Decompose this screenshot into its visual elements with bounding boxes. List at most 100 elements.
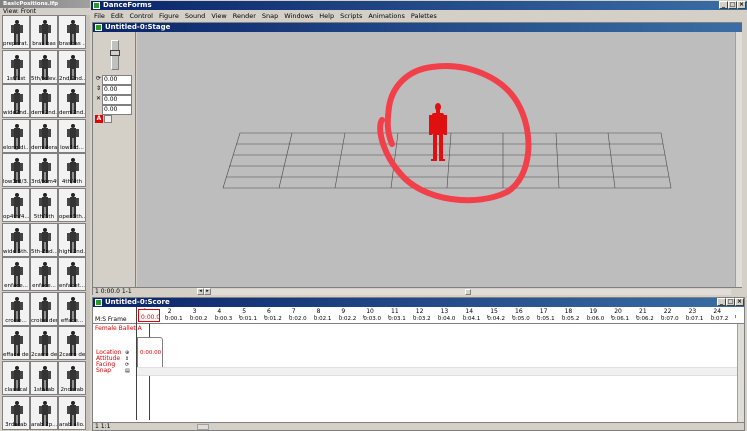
palette-position-item[interactable]: low3rd/3... bbox=[2, 153, 30, 188]
frame-number[interactable]: 20 bbox=[614, 308, 622, 315]
tilt-icon[interactable]: ⇕ bbox=[96, 85, 101, 92]
record-icon[interactable]: A bbox=[95, 115, 103, 123]
figure-tool-icon[interactable] bbox=[104, 115, 112, 123]
palette-position-item[interactable]: open5th... bbox=[58, 188, 86, 222]
frame-number[interactable]: 8 bbox=[317, 308, 321, 315]
scroll-left-button[interactable]: ◂ bbox=[197, 288, 204, 295]
score-horizontal-scrollbar[interactable] bbox=[197, 424, 209, 430]
palette-position-item[interactable]: efface der... bbox=[2, 326, 30, 361]
score-vertical-scrollbar[interactable] bbox=[737, 324, 744, 422]
frame-number[interactable]: 13 bbox=[441, 308, 449, 315]
menu-render[interactable]: Render bbox=[230, 11, 259, 21]
frame-number[interactable]: 21 bbox=[639, 308, 647, 315]
stage-title-bar[interactable]: Untitled-0:Stage bbox=[93, 23, 742, 32]
palette-position-item[interactable]: brasbas ... bbox=[58, 15, 86, 49]
frame-number[interactable]: 4 bbox=[217, 308, 221, 315]
frame-number[interactable]: 15 bbox=[490, 308, 498, 315]
score-title-bar[interactable]: Untitled-0:Score _ □ × bbox=[93, 298, 744, 307]
menu-snap[interactable]: Snap bbox=[259, 11, 281, 21]
palette-position-item[interactable]: 5th/relev... bbox=[30, 49, 58, 84]
palette-position-item[interactable]: croise... bbox=[2, 291, 30, 326]
frame-number[interactable]: 10 bbox=[366, 308, 374, 315]
palette-position-item[interactable]: wide2nd... bbox=[2, 84, 30, 119]
palette-position-item[interactable]: op4th/4... bbox=[2, 188, 30, 222]
palette-position-item[interactable]: preparat... bbox=[2, 15, 30, 49]
palette-position-item[interactable]: arab 2p... bbox=[30, 395, 58, 430]
frame-number[interactable]: 19 bbox=[589, 308, 597, 315]
palette-position-item[interactable]: high 2nd... bbox=[58, 222, 86, 257]
stage-vertical-scrollbar[interactable] bbox=[735, 32, 742, 287]
frame-number[interactable]: 23 bbox=[689, 308, 697, 315]
frame-number[interactable]: 12 bbox=[416, 308, 424, 315]
palette-position-item[interactable]: bras bas bbox=[30, 15, 58, 49]
menu-file[interactable]: File bbox=[91, 11, 108, 21]
menu-animations[interactable]: Animations bbox=[365, 11, 408, 21]
palette-position-item[interactable]: enface... bbox=[2, 257, 30, 292]
palette-position-item[interactable]: 4th/4th bbox=[58, 153, 86, 188]
frame-number[interactable]: 11 bbox=[391, 308, 399, 315]
frame-number[interactable]: 18 bbox=[565, 308, 573, 315]
frame-number[interactable]: 6 bbox=[267, 308, 271, 315]
rotate-icon[interactable]: ⟳ bbox=[96, 75, 101, 82]
score-tracks[interactable] bbox=[93, 332, 744, 420]
palette-position-item[interactable]: demi2nd... bbox=[30, 84, 58, 119]
score-maximize-button[interactable]: □ bbox=[726, 298, 735, 306]
frame-number[interactable]: 7 bbox=[292, 308, 296, 315]
frame-number[interactable]: 14 bbox=[465, 308, 473, 315]
palette-position-item[interactable]: classical bbox=[2, 361, 30, 395]
rotate-field[interactable]: 0.00 bbox=[102, 75, 132, 85]
tilt-field[interactable]: 0.00 bbox=[102, 85, 132, 95]
palette-position-item[interactable]: demidera... bbox=[30, 118, 58, 153]
palette-view-label[interactable]: View: Front bbox=[3, 8, 36, 15]
palette-position-item[interactable]: enface... bbox=[30, 257, 58, 292]
palette-position-item[interactable]: 2nd/2nd... bbox=[58, 49, 86, 84]
palette-position-item[interactable]: croise der... bbox=[30, 291, 58, 326]
dancer-name[interactable]: Female Ballet A bbox=[95, 325, 142, 332]
menu-figure[interactable]: Figure bbox=[156, 11, 182, 21]
palette-position-item[interactable]: 2carre de... bbox=[58, 326, 86, 361]
palette-position-item[interactable]: wide 5th... bbox=[2, 222, 30, 257]
frame-number[interactable]: 2 bbox=[168, 308, 172, 315]
palette-position-item[interactable]: enfacet... bbox=[58, 257, 86, 292]
horizontal-scroll-thumb[interactable] bbox=[465, 289, 471, 295]
palette-position-item[interactable]: 2carre de... bbox=[30, 326, 58, 361]
pan-icon[interactable]: ✕ bbox=[96, 95, 101, 102]
palette-position-item[interactable]: 1st/1st bbox=[2, 49, 30, 84]
pan-field[interactable]: 0.00 bbox=[102, 95, 132, 105]
palette-position-item[interactable]: 5th-2nd... bbox=[30, 222, 58, 257]
palette-position-item[interactable]: elong.di... bbox=[2, 118, 30, 153]
palette-position-item[interactable]: 3rd/rom4th bbox=[30, 153, 58, 188]
menu-scripts[interactable]: Scripts bbox=[337, 11, 365, 21]
frame-number[interactable]: 5 bbox=[242, 308, 246, 315]
scroll-right-button[interactable]: ▸ bbox=[204, 288, 211, 295]
menu-windows[interactable]: Windows bbox=[281, 11, 316, 21]
zoom-slider-thumb[interactable] bbox=[110, 50, 120, 56]
menu-view[interactable]: View bbox=[208, 11, 229, 21]
score-minimize-button[interactable]: _ bbox=[717, 298, 726, 306]
maximize-button[interactable]: □ bbox=[728, 1, 737, 9]
frame-number[interactable]: 16 bbox=[515, 308, 523, 315]
menu-palettes[interactable]: Palettes bbox=[408, 11, 440, 21]
frame-number[interactable]: 9 bbox=[341, 308, 345, 315]
stage-horizontal-scrollbar[interactable] bbox=[211, 289, 731, 295]
palette-title-bar[interactable]: BasicPositions.lfp bbox=[0, 0, 90, 8]
frame-number[interactable]: 17 bbox=[540, 308, 548, 315]
menu-edit[interactable]: Edit bbox=[108, 11, 127, 21]
frame-number[interactable]: 22 bbox=[664, 308, 672, 315]
palette-position-item[interactable]: 1starab bbox=[30, 361, 58, 395]
menu-sound[interactable]: Sound bbox=[182, 11, 208, 21]
stage-canvas[interactable] bbox=[137, 32, 735, 287]
palette-position-item[interactable]: 2ndarab bbox=[58, 361, 86, 395]
keyframe-block[interactable]: 0:00.00 bbox=[137, 337, 163, 371]
menu-help[interactable]: Help bbox=[316, 11, 337, 21]
palette-position-item[interactable]: 3rdarab bbox=[2, 395, 30, 430]
close-button[interactable]: × bbox=[737, 1, 746, 9]
palette-position-item[interactable]: low3rd... bbox=[58, 118, 86, 153]
zoom-field[interactable]: 0.00 bbox=[102, 105, 132, 115]
menu-control[interactable]: Control bbox=[126, 11, 156, 21]
snap-icon[interactable]: ▤ bbox=[125, 368, 130, 374]
palette-position-item[interactable]: efface... bbox=[58, 291, 86, 326]
minimize-button[interactable]: _ bbox=[719, 1, 728, 9]
palette-position-item[interactable]: arab alio... bbox=[58, 395, 86, 430]
palette-position-item[interactable]: 5th/5th bbox=[30, 188, 58, 222]
